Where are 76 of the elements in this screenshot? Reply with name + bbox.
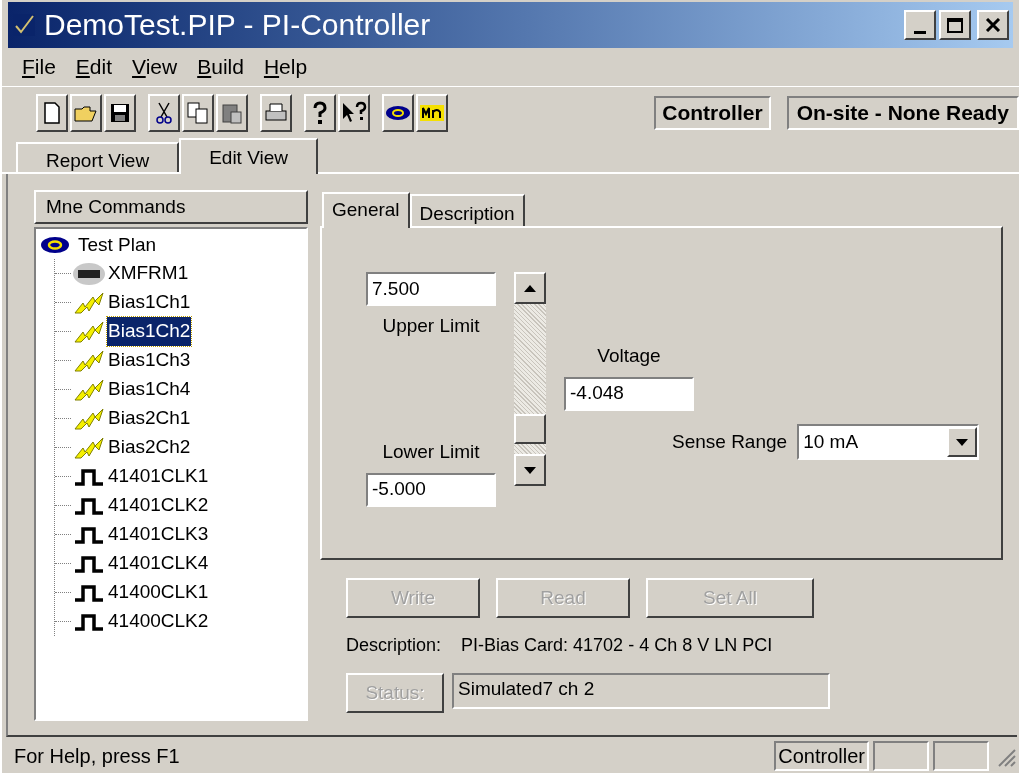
sense-range-dropdown[interactable]: 10 mA xyxy=(797,424,980,460)
connection-status: On-site - None Ready xyxy=(786,95,1019,130)
tree-item[interactable]: Bias2Ch2 xyxy=(107,433,192,462)
upper-limit-field[interactable]: 7.500 xyxy=(366,272,496,306)
tree-item[interactable]: Bias2Ch1 xyxy=(107,404,192,433)
voltage-field[interactable]: -4.048 xyxy=(564,376,694,411)
tree-item[interactable]: Bias1Ch2 xyxy=(107,317,192,346)
pulse-icon xyxy=(74,553,104,574)
open-folder-icon[interactable] xyxy=(70,93,102,132)
pulse-icon xyxy=(74,466,104,487)
maximize-button[interactable] xyxy=(939,10,971,40)
pulse-icon xyxy=(74,611,104,632)
save-icon[interactable] xyxy=(104,93,136,132)
lightning-icon xyxy=(73,290,105,315)
tree-item[interactable]: Bias1Ch3 xyxy=(107,346,192,375)
tree-item[interactable]: Bias1Ch1 xyxy=(107,288,192,317)
clipboard-icon[interactable] xyxy=(216,93,248,132)
status-field: Simulated7 ch 2 xyxy=(452,673,830,709)
status-pane xyxy=(933,741,989,771)
chip-icon xyxy=(72,261,106,286)
field-label: Sense Range xyxy=(672,429,788,454)
field-label: Voltage xyxy=(597,344,661,368)
tree-item[interactable]: 41401CLK1 xyxy=(107,462,210,491)
view-tab[interactable]: Edit View xyxy=(179,138,318,174)
status-pane: Controller xyxy=(774,741,869,771)
tree-item[interactable]: 41401CLK2 xyxy=(107,491,210,520)
up-arrow-icon xyxy=(524,284,536,292)
tree-item[interactable]: Test Plan xyxy=(78,230,157,260)
down-arrow-icon xyxy=(956,438,969,446)
status-message: For Help, press F1 xyxy=(14,744,181,769)
tree-item[interactable]: 41401CLK3 xyxy=(107,520,210,549)
menu-item[interactable]: Edit xyxy=(65,51,123,83)
lightning-icon xyxy=(73,406,105,431)
menu-item[interactable]: Help xyxy=(253,51,318,83)
printer-icon[interactable] xyxy=(260,93,292,132)
copy-icon[interactable] xyxy=(182,93,214,132)
window-title: DemoTest.PIP - PI-Controller xyxy=(44,10,432,40)
close-icon xyxy=(985,18,1001,32)
lightning-icon xyxy=(73,377,105,402)
lower-limit-field[interactable]: -5.000 xyxy=(366,472,496,507)
down-arrow-icon xyxy=(524,466,536,474)
lightning-icon xyxy=(73,348,105,373)
minimize-button[interactable] xyxy=(904,10,936,40)
tree-item[interactable]: Bias1Ch4 xyxy=(107,375,192,404)
description-label: Description: xyxy=(346,634,442,657)
scroll-up-button[interactable] xyxy=(514,272,546,304)
scroll-down-button[interactable] xyxy=(514,454,546,486)
help-icon[interactable] xyxy=(304,93,336,132)
menu-item[interactable]: View xyxy=(122,51,188,83)
tree-item[interactable]: 41400CLK2 xyxy=(107,607,210,636)
pointer-help-icon[interactable] xyxy=(338,93,370,132)
mode-indicator: Controller xyxy=(654,95,771,130)
pulse-icon xyxy=(74,495,104,516)
detail-tab[interactable]: General xyxy=(322,192,410,228)
eye-icon xyxy=(40,236,70,254)
pulse-icon xyxy=(74,582,104,603)
tree-item[interactable]: XMFRM1 xyxy=(107,259,190,288)
lightning-icon xyxy=(73,435,105,460)
new-file-icon[interactable] xyxy=(36,93,68,132)
column-header: Mne Commands xyxy=(34,190,308,224)
tree-item[interactable]: 41400CLK1 xyxy=(107,578,210,607)
menu-item[interactable]: File xyxy=(12,51,66,83)
lightning-icon xyxy=(73,319,105,344)
tree-item[interactable]: 41401CLK4 xyxy=(107,549,210,578)
close-button[interactable] xyxy=(977,10,1009,40)
eye-icon[interactable] xyxy=(382,93,414,132)
field-label: Lower Limit xyxy=(382,440,480,464)
detail-tab[interactable]: Description xyxy=(409,194,525,226)
menu-item[interactable]: Build xyxy=(187,51,254,83)
mn-icon[interactable] xyxy=(416,93,448,132)
field-label: Upper Limit xyxy=(382,314,480,338)
status-pane xyxy=(873,741,929,771)
pulse-icon xyxy=(74,524,104,545)
description-text: PI-Bias Card: 41702 - 4 Ch 8 V LN PCI xyxy=(461,634,773,657)
scissors-icon[interactable] xyxy=(148,93,180,132)
slider-thumb[interactable] xyxy=(514,414,546,445)
